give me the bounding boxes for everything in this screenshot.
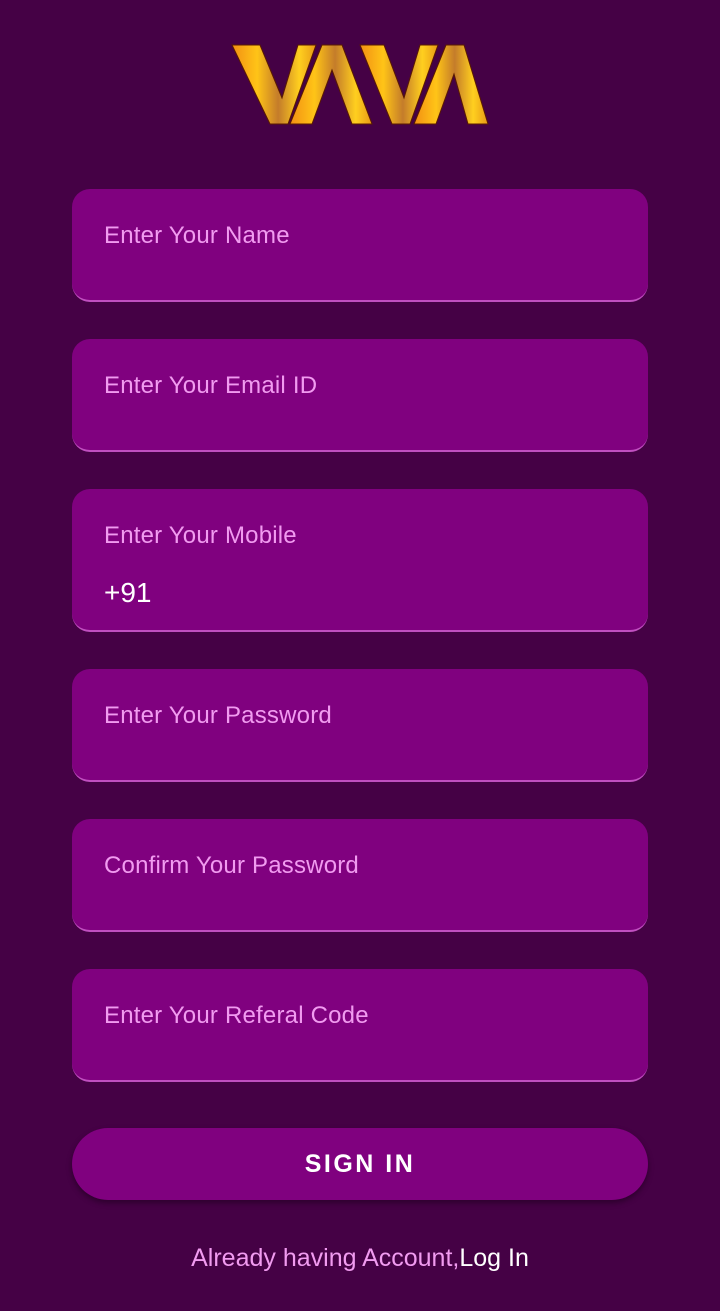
confirm-password-field[interactable]: Confirm Your Password <box>72 819 648 932</box>
name-field[interactable]: Enter Your Name <box>72 189 648 302</box>
login-footer: Already having Account,Log In <box>0 1244 720 1273</box>
confirm-password-placeholder: Confirm Your Password <box>104 852 359 879</box>
vava-logo <box>230 40 490 130</box>
referral-code-placeholder: Enter Your Referal Code <box>104 1002 369 1029</box>
sign-in-button[interactable]: SIGN IN <box>72 1128 648 1200</box>
referral-code-field[interactable]: Enter Your Referal Code <box>72 969 648 1082</box>
country-code-prefix: +91 <box>104 577 152 608</box>
email-placeholder: Enter Your Email ID <box>104 372 318 399</box>
mobile-field[interactable]: Enter Your Mobile +91 <box>72 489 648 632</box>
password-field[interactable]: Enter Your Password <box>72 669 648 782</box>
password-placeholder: Enter Your Password <box>104 702 332 729</box>
vava-logo-image <box>231 44 489 125</box>
mobile-label: Enter Your Mobile <box>104 522 297 549</box>
email-field[interactable]: Enter Your Email ID <box>72 339 648 452</box>
name-placeholder: Enter Your Name <box>104 222 290 249</box>
login-link[interactable]: Log In <box>459 1244 529 1272</box>
login-prompt: Already having Account, <box>191 1244 460 1272</box>
